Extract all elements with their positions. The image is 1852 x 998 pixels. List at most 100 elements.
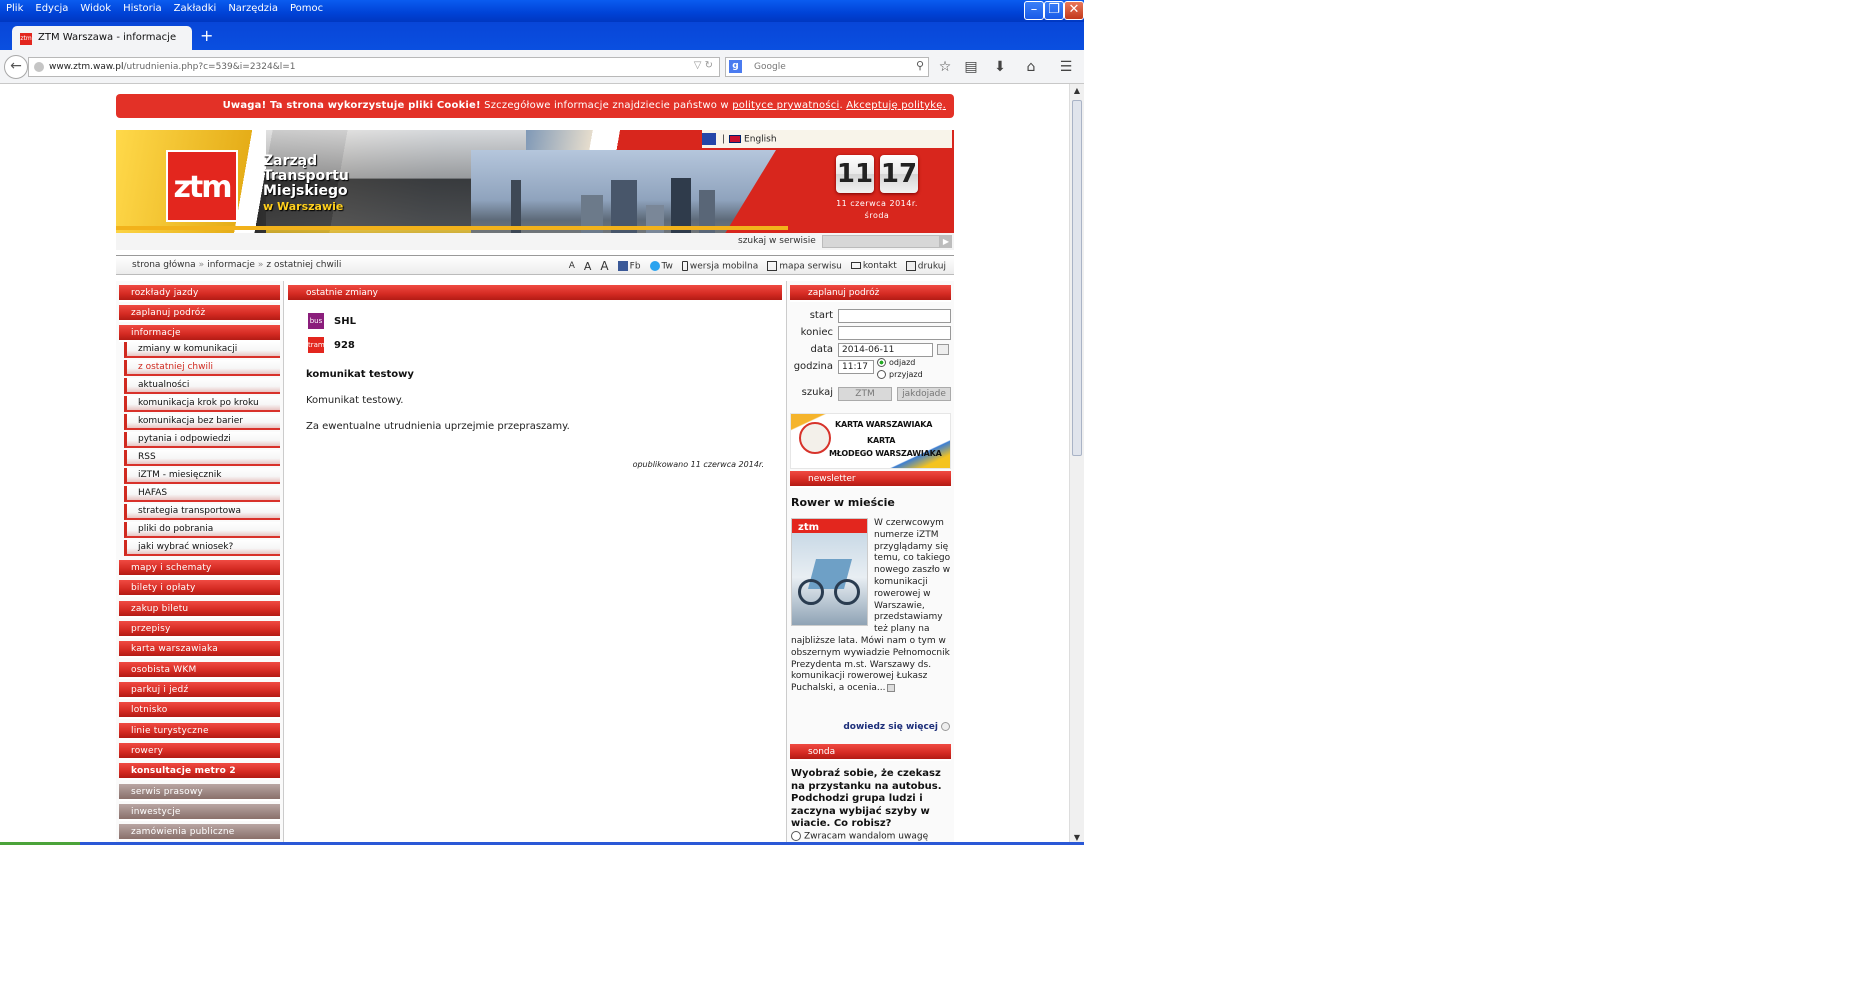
- radio-checked-icon: [877, 358, 886, 367]
- maximize-button[interactable]: ❐: [1044, 1, 1064, 20]
- nav-park-ride[interactable]: parkuj i jedź: [119, 682, 280, 699]
- nav-sub-downloads[interactable]: pliki do pobrania: [124, 522, 280, 538]
- font-small-button[interactable]: A: [569, 261, 575, 271]
- menu-bookmarks[interactable]: Zakładki: [174, 3, 217, 14]
- minimize-button[interactable]: –: [1024, 1, 1044, 20]
- nav-sub-iztm[interactable]: iZTM - miesięcznik: [124, 468, 280, 484]
- read-more-link[interactable]: dowiedz się więcej: [843, 722, 950, 732]
- calendar-icon[interactable]: [937, 344, 949, 355]
- nav-maps[interactable]: mapy i schematy: [119, 560, 280, 577]
- sitemap-link[interactable]: mapa serwisu: [767, 260, 842, 271]
- browser-tab[interactable]: ztm ZTM Warszawa - informacje: [12, 26, 192, 50]
- facebook-link[interactable]: Fb: [617, 260, 641, 271]
- nav-sub-news[interactable]: aktualności: [124, 378, 280, 394]
- bus-icon: bus: [308, 313, 324, 329]
- main-section-title: ostatnie zmiany: [288, 285, 782, 302]
- nav-bikes[interactable]: rowery: [119, 743, 280, 760]
- newsletter-title: newsletter: [790, 471, 951, 488]
- newsletter-heading[interactable]: Rower w mieście: [791, 496, 895, 509]
- nav-tourist-lines[interactable]: linie turystyczne: [119, 723, 280, 740]
- search-label: szukaj: [801, 387, 833, 398]
- address-bar[interactable]: www.ztm.waw.pl/utrudnienia.php?c=539&i=2…: [28, 57, 720, 77]
- twitter-link[interactable]: Tw: [649, 260, 673, 271]
- breadcrumb-home[interactable]: strona główna: [132, 260, 196, 270]
- tab-title: ZTM Warszawa - informacje: [38, 32, 177, 43]
- nav-sub-strategy[interactable]: strategia transportowa: [124, 504, 280, 520]
- print-link[interactable]: drukuj: [905, 260, 946, 271]
- nav-airport[interactable]: lotnisko: [119, 702, 280, 719]
- nav-sub-faq[interactable]: pytania i odpowiedzi: [124, 432, 280, 448]
- font-medium-button[interactable]: A: [584, 260, 592, 273]
- google-icon[interactable]: g: [729, 60, 742, 73]
- bookmarks-list-icon[interactable]: ▤: [962, 58, 980, 76]
- clock-minute: 17: [880, 155, 918, 193]
- site-header: ztm Zarząd Transportu Miejskiego w Warsz…: [116, 130, 954, 250]
- nav-investments[interactable]: inwestycje: [119, 804, 280, 821]
- arrive-radio[interactable]: przyjazd: [877, 370, 923, 379]
- accept-policy-link[interactable]: Akceptuję politykę.: [846, 100, 946, 111]
- privacy-policy-link[interactable]: polityce prywatności: [732, 100, 839, 111]
- back-icon[interactable]: ←: [4, 55, 28, 79]
- nav-press[interactable]: serwis prasowy: [119, 784, 280, 801]
- font-large-button[interactable]: A: [600, 259, 608, 273]
- menu-tools[interactable]: Narzędzia: [228, 3, 278, 14]
- menu-view[interactable]: Widok: [80, 3, 111, 14]
- nav-public-procurement[interactable]: zamówienia publiczne: [119, 824, 280, 841]
- end-input[interactable]: [838, 326, 951, 340]
- nav-buy-ticket[interactable]: zakup biletu: [119, 601, 280, 618]
- nav-regulations[interactable]: przepisy: [119, 621, 280, 638]
- close-button[interactable]: ✕: [1064, 1, 1084, 20]
- warsaw-card-banner[interactable]: KARTA WARSZAWIAKA KARTA MŁODEGO WARSZAWI…: [790, 413, 951, 469]
- english-link[interactable]: English: [744, 135, 777, 145]
- menu-edit[interactable]: Edycja: [35, 3, 68, 14]
- nav-sub-step-by-step[interactable]: komunikacja krok po kroku: [124, 396, 280, 412]
- accessibility-icon[interactable]: [702, 133, 716, 145]
- mobile-version-link[interactable]: wersja mobilna: [681, 260, 758, 271]
- home-icon[interactable]: ⌂: [1022, 58, 1040, 76]
- nav-warsaw-card[interactable]: karta warszawiaka: [119, 641, 280, 658]
- ztm-logo[interactable]: ztm: [166, 150, 238, 222]
- poll-option-1[interactable]: Zwracam wandalom uwagę: [791, 831, 928, 842]
- menu-help[interactable]: Pomoc: [290, 3, 323, 14]
- nav-sub-latest[interactable]: z ostatniej chwili: [124, 360, 280, 376]
- nav-sub-changes[interactable]: zmiany w komunikacji: [124, 342, 280, 358]
- start-input[interactable]: [838, 309, 951, 323]
- new-tab-button[interactable]: +: [200, 26, 213, 45]
- menu-file[interactable]: Plik: [6, 3, 23, 14]
- ztm-search-button[interactable]: ZTM: [838, 387, 892, 401]
- nav-plan-trip[interactable]: zaplanuj podróż: [119, 305, 280, 322]
- depart-radio[interactable]: odjazd: [877, 358, 915, 367]
- search-icon[interactable]: ⚲: [916, 59, 924, 72]
- jakdojade-button[interactable]: jakdojade: [897, 387, 951, 401]
- contact-link[interactable]: kontakt: [850, 261, 897, 271]
- nav-tickets[interactable]: bilety i opłaty: [119, 580, 280, 597]
- nav-metro-consultations[interactable]: konsultacje metro 2: [119, 763, 280, 780]
- time-input[interactable]: 11:17: [838, 360, 874, 374]
- date-input[interactable]: 2014-06-11: [838, 343, 933, 357]
- expand-icon[interactable]: [887, 683, 896, 692]
- bookmark-star-icon[interactable]: ☆: [936, 58, 954, 76]
- nav-information[interactable]: informacje: [119, 325, 280, 342]
- affected-line-tram[interactable]: tram 928: [308, 337, 355, 353]
- nav-sub-rss[interactable]: RSS: [124, 450, 280, 466]
- breadcrumb-info[interactable]: informacje: [207, 260, 255, 270]
- nav-timetables[interactable]: rozkłady jazdy: [119, 285, 280, 302]
- nav-personal-wkm[interactable]: osobista WKM: [119, 662, 280, 679]
- page-tools: A A A Fb Tw wersja mobilna mapa serwisu …: [569, 259, 946, 273]
- search-input[interactable]: g Google ⚲: [725, 57, 929, 77]
- reload-icon[interactable]: ▽ ↻: [694, 60, 713, 71]
- nav-sub-accessibility[interactable]: komunikacja bez barier: [124, 414, 280, 430]
- scroll-thumb[interactable]: [1072, 100, 1082, 456]
- site-search-label: szukaj w serwisie: [738, 236, 816, 246]
- scroll-up-icon[interactable]: ▲: [1070, 84, 1084, 98]
- message-paragraph-1: Komunikat testowy.: [306, 395, 404, 406]
- menu-icon[interactable]: ☰: [1057, 58, 1075, 76]
- menu-history[interactable]: Historia: [123, 3, 162, 14]
- site-search-go-icon[interactable]: ▶: [940, 235, 952, 248]
- affected-line-bus[interactable]: bus SHL: [308, 313, 356, 329]
- download-icon[interactable]: ⬇: [991, 58, 1009, 76]
- vertical-scrollbar[interactable]: ▲ ▼: [1069, 84, 1084, 845]
- nav-sub-application[interactable]: jaki wybrać wniosek?: [124, 540, 280, 556]
- site-search-input[interactable]: [822, 235, 940, 248]
- nav-sub-hafas[interactable]: HAFAS: [124, 486, 280, 502]
